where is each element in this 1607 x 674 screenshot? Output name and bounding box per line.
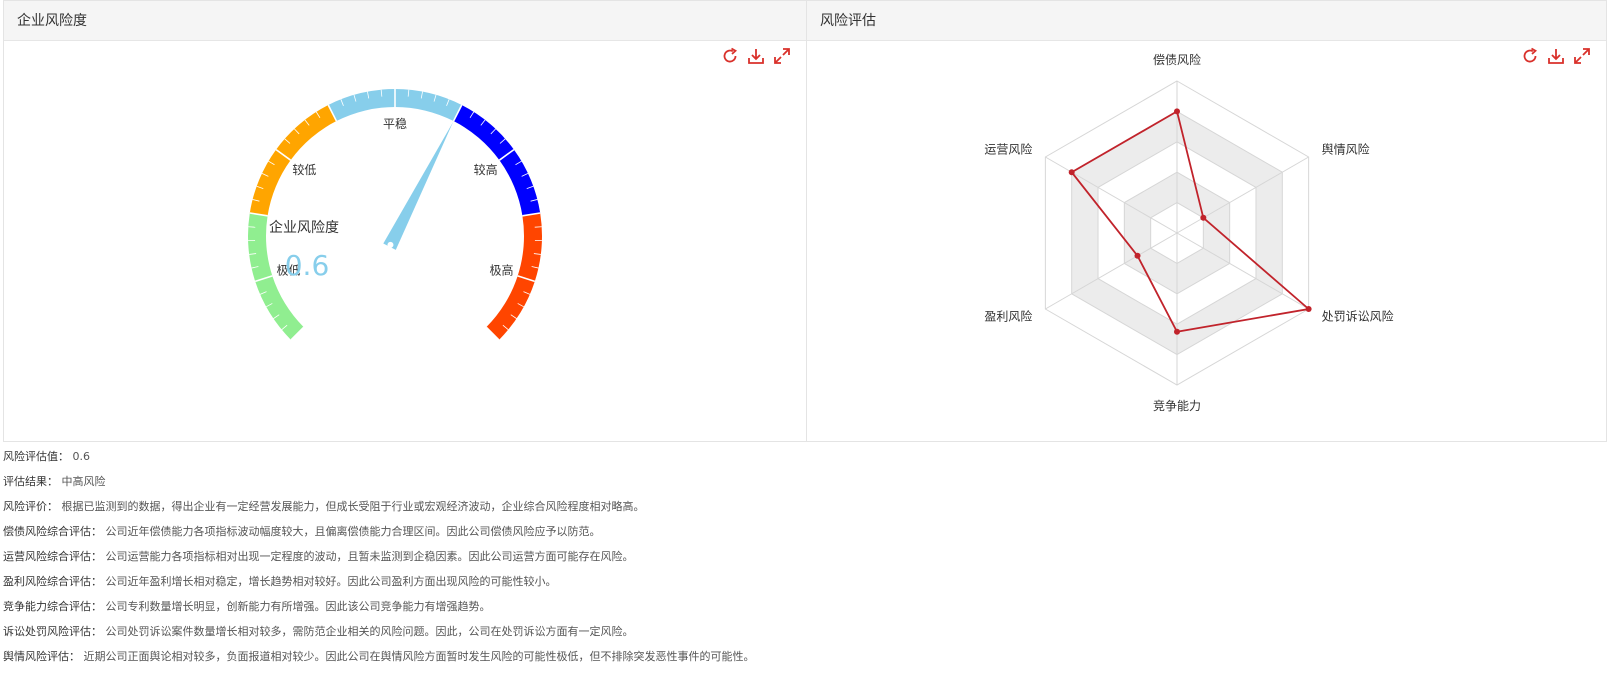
info-result: 评估结果： 中高风险 <box>3 475 106 488</box>
gauge-band-label: 较高 <box>474 162 498 177</box>
radar-indicator-label: 舆情风险 <box>1322 142 1370 157</box>
gauge-value: 0.6 <box>285 249 330 282</box>
gauge-band-label: 极高 <box>490 263 514 278</box>
radar-point <box>1068 169 1075 176</box>
info-evaluation: 风险评价： 根据已监测到的数据，得出企业有一定经营发展能力，但成长受阻于行业或宏… <box>3 500 645 513</box>
info-score: 风险评估值： 0.6 <box>3 450 90 463</box>
radar-chart: 偿债风险舆情风险处罚诉讼风险竞争能力 盈利风险 运营风险 <box>984 52 1394 413</box>
radar-point <box>1200 214 1207 221</box>
radar-indicator-label: 盈利风险 <box>984 309 1032 324</box>
gauge-band-label: 较低 <box>292 162 316 177</box>
info-opinion-risk: 舆情风险评估： 近期公司正面舆论相对较多，负面报道相对较少。因此公司在舆情风险方… <box>3 650 755 663</box>
gauge-band-label: 平稳 <box>383 116 407 131</box>
info-competition: 竞争能力综合评估： 公司专利数量增长明显，创新能力有所增强。因此该公司竞争能力有… <box>3 600 491 613</box>
gauge-pointer-dot <box>387 241 394 248</box>
gauge-chart: 极低较低平稳较高极高 企业风险度 0.6 <box>248 89 542 341</box>
info-litigation-risk: 诉讼处罚风险评估： 公司处罚诉讼案件数量增长相对较多，需防范企业相关的风险问题。… <box>3 625 634 638</box>
radar-panel-title: 风险评估 <box>807 1 1606 41</box>
info-operation-risk: 运营风险综合评估： 公司运营能力各项指标相对出现一定程度的波动，且暂未监测到企稳… <box>3 550 634 563</box>
radar-indicator-label: 运营风险 <box>984 142 1032 157</box>
info-debt-risk: 偿债风险综合评估： 公司近年偿债能力各项指标波动幅度较大，且偏离偿债能力合理区间… <box>3 525 601 538</box>
gauge-panel-title: 企业风险度 <box>4 1 806 41</box>
gauge-title: 企业风险度 <box>269 219 339 236</box>
radar-point <box>1174 328 1180 335</box>
radar-point <box>1174 108 1180 115</box>
radar-panel: 风险评估 偿债风险舆情风险处罚诉讼风险竞争能力 盈利风险 运营风险 <box>806 0 1607 442</box>
gauge-band <box>453 105 541 216</box>
radar-indicator-label: 偿债风险 <box>1153 52 1201 67</box>
gauge-band <box>249 105 337 216</box>
radar-point <box>1305 306 1312 312</box>
assessment-info: 风险评估值： 0.6 评估结果： 中高风险 风险评价： 根据已监测到的数据，得出… <box>3 449 755 674</box>
radar-indicator-label: 处罚诉讼风险 <box>1322 309 1394 324</box>
gauge-panel: 企业风险度 极低 较低 平稳 较高 极高 企业风险度 0.6 <box>3 0 807 442</box>
gauge-pointer <box>383 121 454 250</box>
radar-indicator-label: 竞争能力 <box>1153 399 1201 413</box>
radar-point <box>1134 252 1141 259</box>
info-profit-risk: 盈利风险综合评估： 公司近年盈利增长相对稳定，增长趋势相对较好。因此公司盈利方面… <box>3 575 557 588</box>
